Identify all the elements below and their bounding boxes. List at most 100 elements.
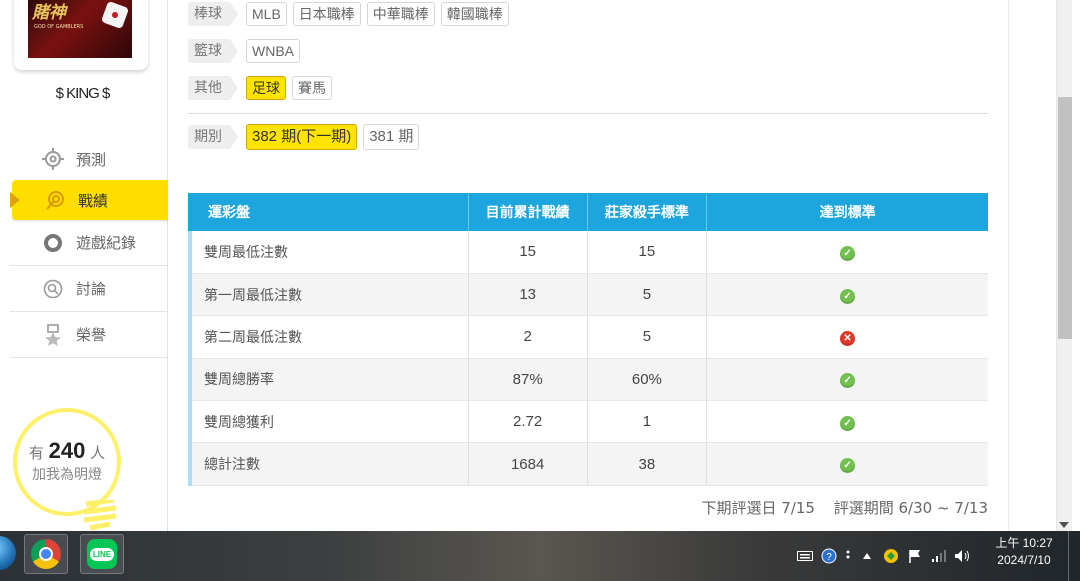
next-eval-date: 下期評選日 7/15: [701, 499, 815, 517]
nav-label: 討論: [76, 280, 107, 298]
check-icon: ✓: [840, 415, 856, 431]
nav-item-discussion[interactable]: 討論: [10, 266, 168, 312]
clock-date: 2024/7/10: [997, 553, 1051, 567]
scroll-down-arrow-icon[interactable]: [1059, 522, 1069, 528]
period-chip-381[interactable]: 381 期: [363, 124, 420, 150]
cell-name: 第一周最低注數: [187, 273, 469, 317]
taskbar-line[interactable]: LINE: [80, 534, 124, 574]
chrome-icon: [31, 539, 61, 569]
taskbar-chrome[interactable]: [24, 534, 68, 574]
keyboard-icon[interactable]: [795, 546, 815, 566]
logo-subtitle: GOD OF GAMBLERS: [34, 24, 84, 30]
filter-chip-wnba[interactable]: WNBA: [246, 39, 300, 63]
filter-row-baseball: 棒球 MLB 日本職棒 中華職棒 韓國職棒: [188, 2, 515, 26]
filter-label: 其他: [188, 76, 238, 100]
help-icon[interactable]: ?: [819, 546, 839, 566]
cross-icon: ✕: [840, 330, 856, 346]
app-status-icon[interactable]: [881, 546, 901, 566]
cell-standard: 38: [587, 442, 708, 486]
check-icon: ✓: [840, 245, 856, 261]
cell-met: ✕: [706, 315, 988, 359]
svg-text:?: ?: [826, 552, 832, 563]
cell-met: ✓: [706, 231, 988, 274]
promo-suffix: 人: [90, 444, 106, 462]
promo-prefix: 有: [28, 444, 44, 462]
column-header: 莊家殺手標準: [587, 193, 708, 231]
nav-item-game-history[interactable]: 遊戲紀錄: [10, 220, 168, 266]
tray-expand-icon[interactable]: [857, 546, 877, 566]
logo-image: 賭神 GOD OF GAMBLERS: [28, 0, 132, 58]
cell-current: 87%: [468, 358, 588, 402]
filter-chip-horse-racing[interactable]: 賽馬: [292, 76, 332, 100]
table-row: 第二周最低注數 2 5 ✕: [187, 315, 988, 359]
follower-count: 240: [48, 438, 86, 463]
volume-icon[interactable]: [953, 546, 973, 566]
filter-label: 期別: [188, 125, 238, 149]
evaluation-info: 下期評選日 7/15 評選期間 6/30 ~ 7/13: [688, 497, 988, 518]
nav-item-record[interactable]: 戰績: [10, 180, 188, 220]
cell-standard: 5: [587, 315, 708, 359]
filter-chip-cpbl[interactable]: 中華職棒: [366, 2, 435, 26]
show-desktop-button[interactable]: [1068, 531, 1080, 581]
stats-table: 運彩盤 目前累計戰績 莊家殺手標準 達到標準 雙周最低注數 15 15 ✓ 第一周最低注…: [187, 193, 988, 486]
dice-icon: [100, 0, 130, 30]
check-icon: ✓: [840, 373, 856, 389]
signal-icon[interactable]: [929, 546, 949, 566]
nav-item-prediction[interactable]: 預測: [10, 138, 168, 180]
stats-table-body: 雙周最低注數 15 15 ✓ 第一周最低注數 13 5 ✓ 第二周最低注數 2 5 ✕ 雙周總勝率 87%…: [187, 231, 988, 486]
cell-met: ✓: [706, 442, 988, 486]
username: $ KING $: [55, 85, 111, 102]
filter-chip-soccer[interactable]: 足球: [246, 76, 286, 100]
cell-current: 1684: [468, 442, 588, 486]
filter-chip-mlb[interactable]: MLB: [246, 2, 287, 26]
filter-chip-kbo[interactable]: 韓國職棒: [440, 2, 509, 26]
main-content: 棒球 MLB 日本職棒 中華職棒 韓國職棒 籃球 WNBA 其他 足球 賽馬 期…: [168, 0, 1008, 531]
site-logo[interactable]: 賭神 GOD OF GAMBLERS: [14, 0, 148, 70]
os-taskbar: LINE ? 上午 10:27 2024/7/10: [0, 531, 1080, 581]
cell-met: ✓: [706, 400, 988, 444]
network-dots-icon[interactable]: [843, 546, 853, 566]
bulb-base-icon: [83, 500, 117, 530]
chat-search-icon: [42, 278, 64, 300]
cell-standard: 5: [587, 273, 708, 317]
taskbar-clock[interactable]: 上午 10:27 2024/7/10: [986, 535, 1062, 569]
nav-label: 榮譽: [76, 326, 107, 344]
sidebar-nav: 預測 戰績 遊戲紀錄 討論 榮譽: [10, 138, 188, 358]
table-row: 雙周總獲利 2.72 1 ✓: [187, 400, 988, 444]
cell-current: 2.72: [468, 400, 588, 444]
cell-current: 15: [468, 231, 588, 274]
check-icon: ✓: [840, 288, 856, 304]
scrollbar-thumb[interactable]: [1058, 97, 1072, 339]
page-gutter: [1008, 0, 1056, 531]
column-header: 運彩盤: [187, 193, 469, 231]
target-icon: [44, 189, 66, 211]
cell-name: 雙周總獲利: [187, 400, 469, 444]
table-header-row: 運彩盤 目前累計戰績 莊家殺手標準 達到標準: [187, 193, 988, 231]
filter-row-basketball: 籃球 WNBA: [188, 39, 306, 63]
sidebar: 賭神 GOD OF GAMBLERS $ KING $ 預測 戰績 遊戲紀錄 討…: [0, 0, 188, 531]
nav-item-honor[interactable]: 榮譽: [10, 312, 168, 358]
promo-text: 加我為明燈: [32, 467, 102, 483]
vertical-scrollbar[interactable]: [1056, 0, 1072, 531]
filter-chip-npb[interactable]: 日本職棒: [292, 2, 361, 26]
cell-standard: 1: [587, 400, 708, 444]
clock-time: 上午 10:27: [995, 536, 1053, 550]
divider: [188, 113, 988, 114]
filter-label: 棒球: [188, 2, 238, 26]
column-header: 目前累計戰績: [468, 193, 588, 231]
line-icon: LINE: [87, 539, 117, 569]
period-chip-382[interactable]: 382 期(下一期): [246, 124, 358, 150]
start-button[interactable]: [0, 536, 16, 570]
system-tray: ?: [795, 531, 977, 581]
flag-icon[interactable]: [905, 546, 925, 566]
logo-title: 賭神: [32, 3, 66, 23]
cell-current: 13: [468, 273, 588, 317]
nav-label: 遊戲紀錄: [76, 234, 137, 252]
cell-standard: 15: [587, 231, 708, 274]
cell-current: 2: [468, 315, 588, 359]
cell-name: 雙周總勝率: [187, 358, 469, 402]
cell-met: ✓: [706, 273, 988, 317]
check-icon: ✓: [840, 458, 856, 474]
cell-name: 雙周最低注數: [187, 231, 469, 274]
filter-label: 籃球: [188, 39, 238, 63]
